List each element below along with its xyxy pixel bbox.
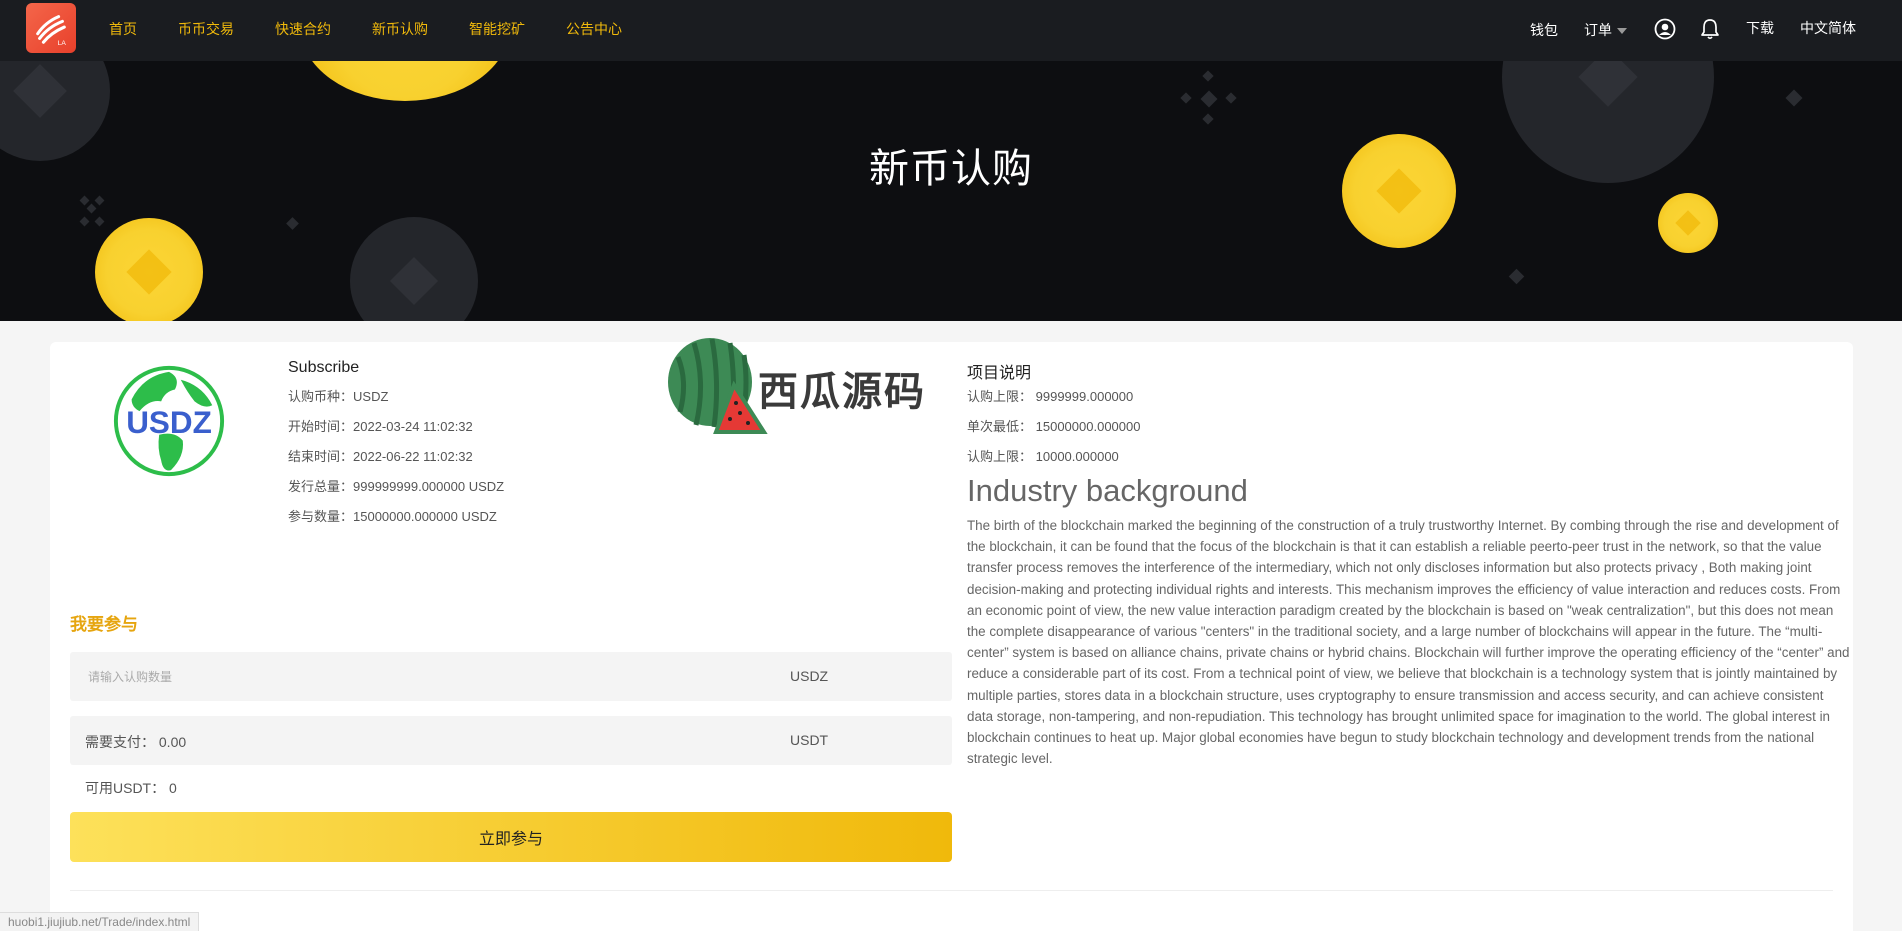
- info-row-participation: 参与数量：15000000.000000 USDZ: [288, 509, 497, 524]
- usdz-coin-logo: USDZ: [113, 365, 225, 477]
- page-title: 新币认购: [869, 146, 1033, 192]
- join-now-button[interactable]: 立即参与: [70, 812, 952, 862]
- language-selector[interactable]: 中文简体: [1800, 18, 1856, 38]
- decorative-diamond: [1785, 89, 1803, 107]
- project-description: 项目说明 认购上限： 9999999.000000 单次最低： 15000000…: [967, 359, 1850, 769]
- amount-input[interactable]: [70, 652, 770, 701]
- decorative-diamond: [79, 195, 90, 206]
- subscription-card: USDZ Subscribe 认购币种：USDZ 开始时间：2022-03-24…: [50, 338, 1853, 931]
- pay-label: 需要支付： 0.00: [85, 734, 187, 750]
- available-balance: 可用USDT： 0: [85, 780, 177, 796]
- chevron-down-icon: [1617, 28, 1627, 35]
- project-heading: 项目说明: [967, 365, 1032, 382]
- gold-coin: [300, 61, 510, 101]
- gold-coin: [1658, 193, 1718, 253]
- info-row-currency: 认购币种：USDZ: [288, 389, 389, 404]
- industry-text: The birth of the blockchain marked the b…: [967, 518, 1850, 767]
- nav-download[interactable]: 下载: [1746, 18, 1774, 38]
- nav-wallet[interactable]: 钱包: [1530, 20, 1558, 40]
- user-icon[interactable]: [1654, 18, 1676, 40]
- decorative-diamond: [1202, 70, 1214, 82]
- svg-text:USDZ: USDZ: [126, 405, 212, 440]
- pay-value: 0.00: [158, 734, 187, 750]
- project-row-max: 认购上限： 9999999.000000: [967, 389, 1134, 404]
- pay-unit: USDT: [790, 732, 829, 748]
- status-url: huobi1.jiujiub.net/Trade/index.html: [0, 912, 200, 931]
- watermark-text: 西瓜源码: [758, 369, 926, 415]
- nav-spot-trading[interactable]: 币币交易: [178, 19, 234, 39]
- decorative-diamond: [79, 216, 90, 227]
- decorative-diamond: [286, 217, 299, 230]
- hero-banner: 新币认购: [0, 61, 1902, 321]
- info-row-total-supply: 发行总量：999999999.000000 USDZ: [288, 479, 505, 494]
- nav-orders-label: 订单: [1584, 22, 1612, 38]
- nav-new-coin-subscription[interactable]: 新币认购: [372, 19, 428, 39]
- join-heading: 我要参与: [70, 615, 138, 634]
- nav-announcements[interactable]: 公告中心: [566, 19, 622, 39]
- nav-orders[interactable]: 订单: [1584, 20, 1627, 40]
- amount-unit: USDZ: [790, 668, 829, 684]
- pay-field: 需要支付： 0.00 USDT: [70, 716, 952, 765]
- info-row-start-time: 开始时间：2022-03-24 11:02:32: [288, 419, 473, 434]
- coin-info-list: 认购币种：USDZ 开始时间：2022-03-24 11:02:32 结束时间：…: [288, 388, 504, 538]
- decorative-diamond: [94, 195, 105, 206]
- decorative-diamond: [1180, 92, 1192, 104]
- main-menu: 首页 币币交易 快速合约 新币认购 智能挖矿 公告中心: [109, 0, 663, 58]
- nav-home[interactable]: 首页: [109, 19, 137, 39]
- divider: [70, 890, 1833, 891]
- top-nav: LA 首页 币币交易 快速合约 新币认购 智能挖矿 公告中心 钱包 订单 下载 …: [0, 0, 1902, 61]
- decorative-diamond: [1225, 92, 1237, 104]
- brand-logo[interactable]: LA: [26, 3, 76, 53]
- decorative-diamond: [1202, 113, 1214, 125]
- amount-field: USDZ: [70, 652, 952, 701]
- watermark: 西瓜源码: [658, 337, 958, 437]
- subscribe-heading: Subscribe: [288, 359, 360, 376]
- gold-coin: [95, 218, 203, 321]
- decorative-diamond: [1508, 268, 1525, 285]
- available-value: 0: [169, 780, 177, 796]
- nav-smart-mining[interactable]: 智能挖矿: [469, 19, 525, 39]
- svg-text:LA: LA: [58, 40, 67, 47]
- brand-logo-icon: LA: [36, 15, 67, 47]
- decorative-diamond: [1200, 90, 1218, 108]
- decorative-diamond: [94, 216, 105, 227]
- decorative-coin: [350, 217, 478, 321]
- project-row-min: 单次最低： 15000000.000000: [967, 419, 1141, 434]
- nav-quick-contract[interactable]: 快速合约: [275, 19, 331, 39]
- bell-icon[interactable]: [1700, 18, 1720, 40]
- decorative-diamond: [86, 203, 97, 214]
- industry-heading: Industry background: [967, 473, 1248, 508]
- watermelon-icon: [668, 338, 768, 434]
- info-row-end-time: 结束时间：2022-06-22 11:02:32: [288, 449, 473, 464]
